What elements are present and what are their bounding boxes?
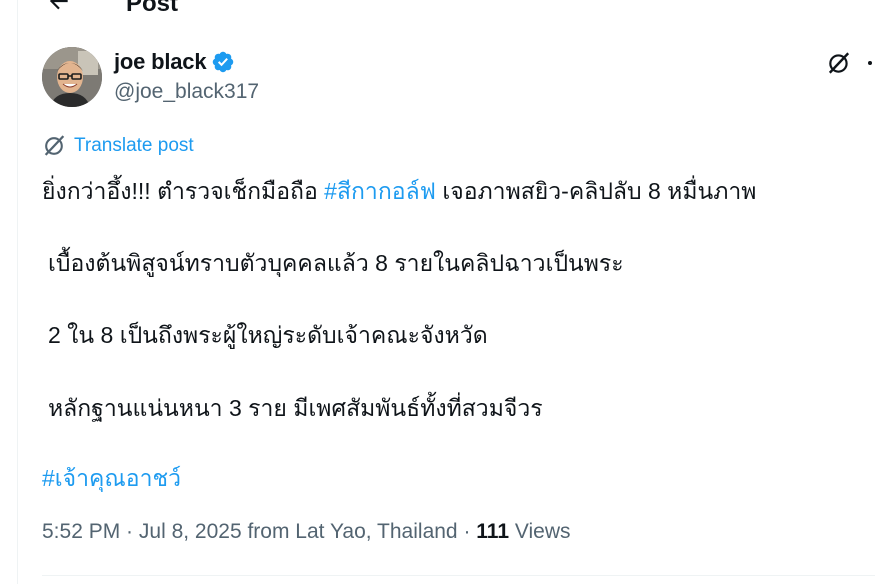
hashtag-link-2[interactable]: #เจ้าคุณอาชว์ [42, 461, 181, 497]
post-text-line-1-start: ยิ่งกว่าอึ้ง!!! ตำรวจเช็กมือถือ [42, 178, 325, 204]
more-button[interactable] [860, 48, 875, 78]
back-button[interactable] [44, 0, 74, 16]
post-header: Post [0, 0, 875, 26]
post-text-line-1-end: เจอภาพสยิว-คลิปลับ 8 หมื่นภาพ [435, 178, 757, 204]
post-text-line-3: 2 ใน 8 เป็นถึงพระผู้ใหญ่ระดับเจ้าคณะจังห… [48, 322, 488, 348]
author-name-row: joe black [114, 49, 235, 75]
more-icon [868, 61, 872, 65]
separator: · [120, 520, 139, 543]
author-handle[interactable]: @joe_black317 [114, 80, 259, 104]
post-text-line-2: เบื้องต้นพิสูจน์ทราบตัวบุคคลแล้ว 8 รายใน… [48, 250, 624, 276]
arrow-left-icon [49, 0, 68, 10]
avatar[interactable] [42, 47, 102, 107]
grok-icon [828, 52, 850, 74]
post-text-line-1: ยิ่งกว่าอึ้ง!!! ตำรวจเช็กมือถือ #สีกากอล… [42, 174, 756, 210]
author-name[interactable]: joe black [114, 49, 207, 75]
hashtag-link[interactable]: #สีกากอล์ฟ [324, 178, 436, 204]
post-date[interactable]: Jul 8, 2025 [139, 520, 242, 543]
post-author: joe black @joe_black317 [42, 46, 872, 108]
post-time[interactable]: 5:52 PM [42, 520, 120, 543]
post-text-line-4: หลักฐานแน่นหนา 3 ราย มีเพศสัมพันธ์ทั้งที… [48, 395, 543, 421]
views-count: 111 [476, 520, 510, 543]
translate-icon [44, 135, 65, 156]
translate-post-label: Translate post [74, 134, 194, 156]
post-metadata: 5:52 PM · Jul 8, 2025 from Lat Yao, Thai… [42, 520, 571, 544]
grok-button[interactable] [824, 48, 854, 78]
separator: · [457, 520, 477, 543]
page-title: Post [126, 0, 179, 17]
avatar-image [42, 47, 102, 107]
verified-badge-icon [213, 51, 234, 73]
column-border [17, 0, 18, 584]
translate-post-button[interactable]: Translate post [42, 133, 194, 158]
divider [42, 575, 875, 576]
post-location: from Lat Yao, Thailand [241, 520, 458, 543]
views-label: Views [509, 520, 571, 543]
